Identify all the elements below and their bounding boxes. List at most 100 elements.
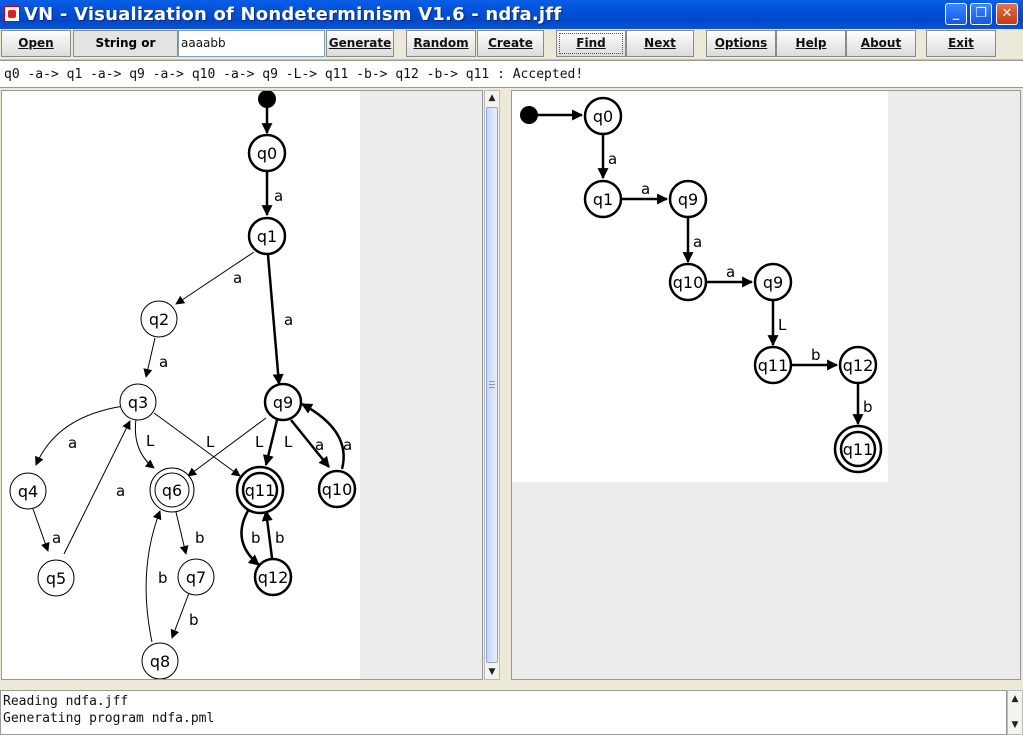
state-q6[interactable]: q6 [149,467,195,513]
label-q3-q6: L [146,432,155,450]
title-bar: VN - Visualization of Nondeterminism V1.… [0,0,1023,29]
console-scroll-down-arrow[interactable]: ▼ [1009,719,1021,731]
scroll-thumb[interactable] [486,107,498,663]
state-q10[interactable]: q10 [317,469,357,509]
label-q6-q7: b [195,529,205,547]
state-q4[interactable]: q4 [9,472,47,510]
console-output[interactable]: Reading ndfa.jff Generating program ndfa… [0,690,1007,735]
path-state-1-label: q0 [593,107,613,126]
path-label-6: b [811,346,821,364]
edge-q1-q9 [266,254,284,386]
thumb-grip-line [489,381,495,382]
label-q9-q6: L [255,433,264,451]
generate-button-label: Generate [328,36,392,50]
thumb-grip-line [489,387,495,388]
state-q11-label: q11 [245,481,276,500]
find-button[interactable]: Find [556,30,626,57]
path-state-1[interactable]: q0 [583,96,623,136]
path-result-text: q0 -a-> q1 -a-> q9 -a-> q10 -a-> q9 -L->… [4,67,584,82]
thumb-grip-line [489,384,495,385]
label-q12-q11: b [275,529,285,547]
path-graph-pane[interactable]: a a a a L b b q0 q1 q9 q10 q9 q11 q12 q1… [511,90,1021,680]
state-q12[interactable]: q12 [253,557,293,597]
scroll-down-arrow[interactable]: ▼ [486,666,498,678]
path-state-3[interactable]: q9 [668,179,708,219]
automaton-graph-pane[interactable]: a a a a a L L a a b b b L L a a b b q0 q… [1,90,483,680]
about-button-label: About [860,36,902,50]
vertical-splitter[interactable] [500,90,511,680]
state-q0[interactable]: q0 [247,133,287,173]
path-state-8-label: q11 [843,440,874,459]
exit-button-label: Exit [948,36,974,50]
path-state-6[interactable]: q11 [753,345,793,385]
state-q4-label: q4 [18,482,38,501]
options-button-label: Options [714,36,768,50]
state-q8-label: q8 [150,652,170,671]
close-button[interactable]: ✕ [996,3,1018,25]
state-q1[interactable]: q1 [247,216,287,256]
help-button[interactable]: Help [776,30,846,57]
help-button-label: Help [795,36,827,50]
automaton-graph-svg: a a a a a L L a a b b b L L a a b b q0 q… [9,91,357,679]
path-label-3: a [693,233,702,251]
state-q9-label: q9 [273,393,293,412]
state-q7[interactable]: q7 [177,558,215,596]
edge-q3-q4 [35,405,125,466]
maximize-button[interactable]: ❐ [970,3,992,25]
random-button[interactable]: Random [406,30,476,57]
options-button[interactable]: Options [706,30,776,57]
graph-vertical-scrollbar[interactable]: ▲ ▼ [484,90,500,680]
state-q6-label: q6 [162,481,182,500]
console-scroll-up-arrow[interactable]: ▲ [1009,693,1021,705]
state-q0-label: q0 [257,144,277,163]
open-button-label: Open [18,36,54,50]
console-line: Generating program ndfa.pml [3,711,215,726]
state-q11[interactable]: q11 [235,465,285,515]
state-q12-label: q12 [258,568,289,587]
generate-button[interactable]: Generate [326,30,394,57]
path-state-8[interactable]: q11 [833,424,883,474]
console-vertical-scrollbar[interactable]: ▲ ▼ [1007,690,1023,735]
state-q2[interactable]: q2 [140,300,178,338]
exit-button[interactable]: Exit [926,30,996,57]
path-label-7: b [863,398,873,416]
label-q1-q9: a [284,311,293,329]
window-title: VN - Visualization of Nondeterminism V1.… [24,4,562,25]
random-button-label: Random [413,36,469,50]
horizontal-splitter[interactable] [0,680,1023,690]
minimize-button[interactable]: _ [945,3,967,25]
path-state-3-label: q9 [678,190,698,209]
edge-q1-q2 [175,251,255,305]
about-button[interactable]: About [846,30,916,57]
toolbar: Open String or length: aaaabb Generate R… [0,29,1023,75]
path-state-2[interactable]: q1 [583,179,623,219]
next-button[interactable]: Next [626,30,694,57]
path-label-2: a [641,180,650,198]
path-state-4[interactable]: q10 [668,262,708,302]
path-state-5[interactable]: q9 [753,262,793,302]
path-label-4: a [726,263,735,281]
state-q5-label: q5 [46,569,66,588]
path-graph-canvas: a a a a L b b q0 q1 q9 q10 q9 q11 q12 q1… [512,91,888,482]
start-dot [258,91,276,108]
label-q3-q11: L [206,433,215,451]
string-or-length-label: String or length: [73,30,178,75]
edge-q12-q11 [261,509,274,559]
path-state-7[interactable]: q12 [838,345,878,385]
scroll-up-arrow[interactable]: ▲ [486,92,498,104]
string-input[interactable]: aaaabb [178,30,325,57]
create-button[interactable]: Create [477,30,544,57]
state-q8[interactable]: q8 [141,642,179,679]
label-q9-q10: a [315,436,324,454]
automaton-graph-canvas: a a a a a L L a a b b b L L a a b b q0 q… [2,91,360,679]
open-button[interactable]: Open [1,30,71,57]
console-line: Reading ndfa.jff [3,694,129,709]
path-state-2-label: q1 [593,190,613,209]
label-q5-q3: a [116,482,125,500]
state-q3[interactable]: q3 [119,383,157,421]
state-q5[interactable]: q5 [37,559,75,597]
state-q9[interactable]: q9 [263,382,303,422]
state-q3-label: q3 [128,393,148,412]
state-q2-label: q2 [149,310,169,329]
create-button-label: Create [488,36,533,50]
